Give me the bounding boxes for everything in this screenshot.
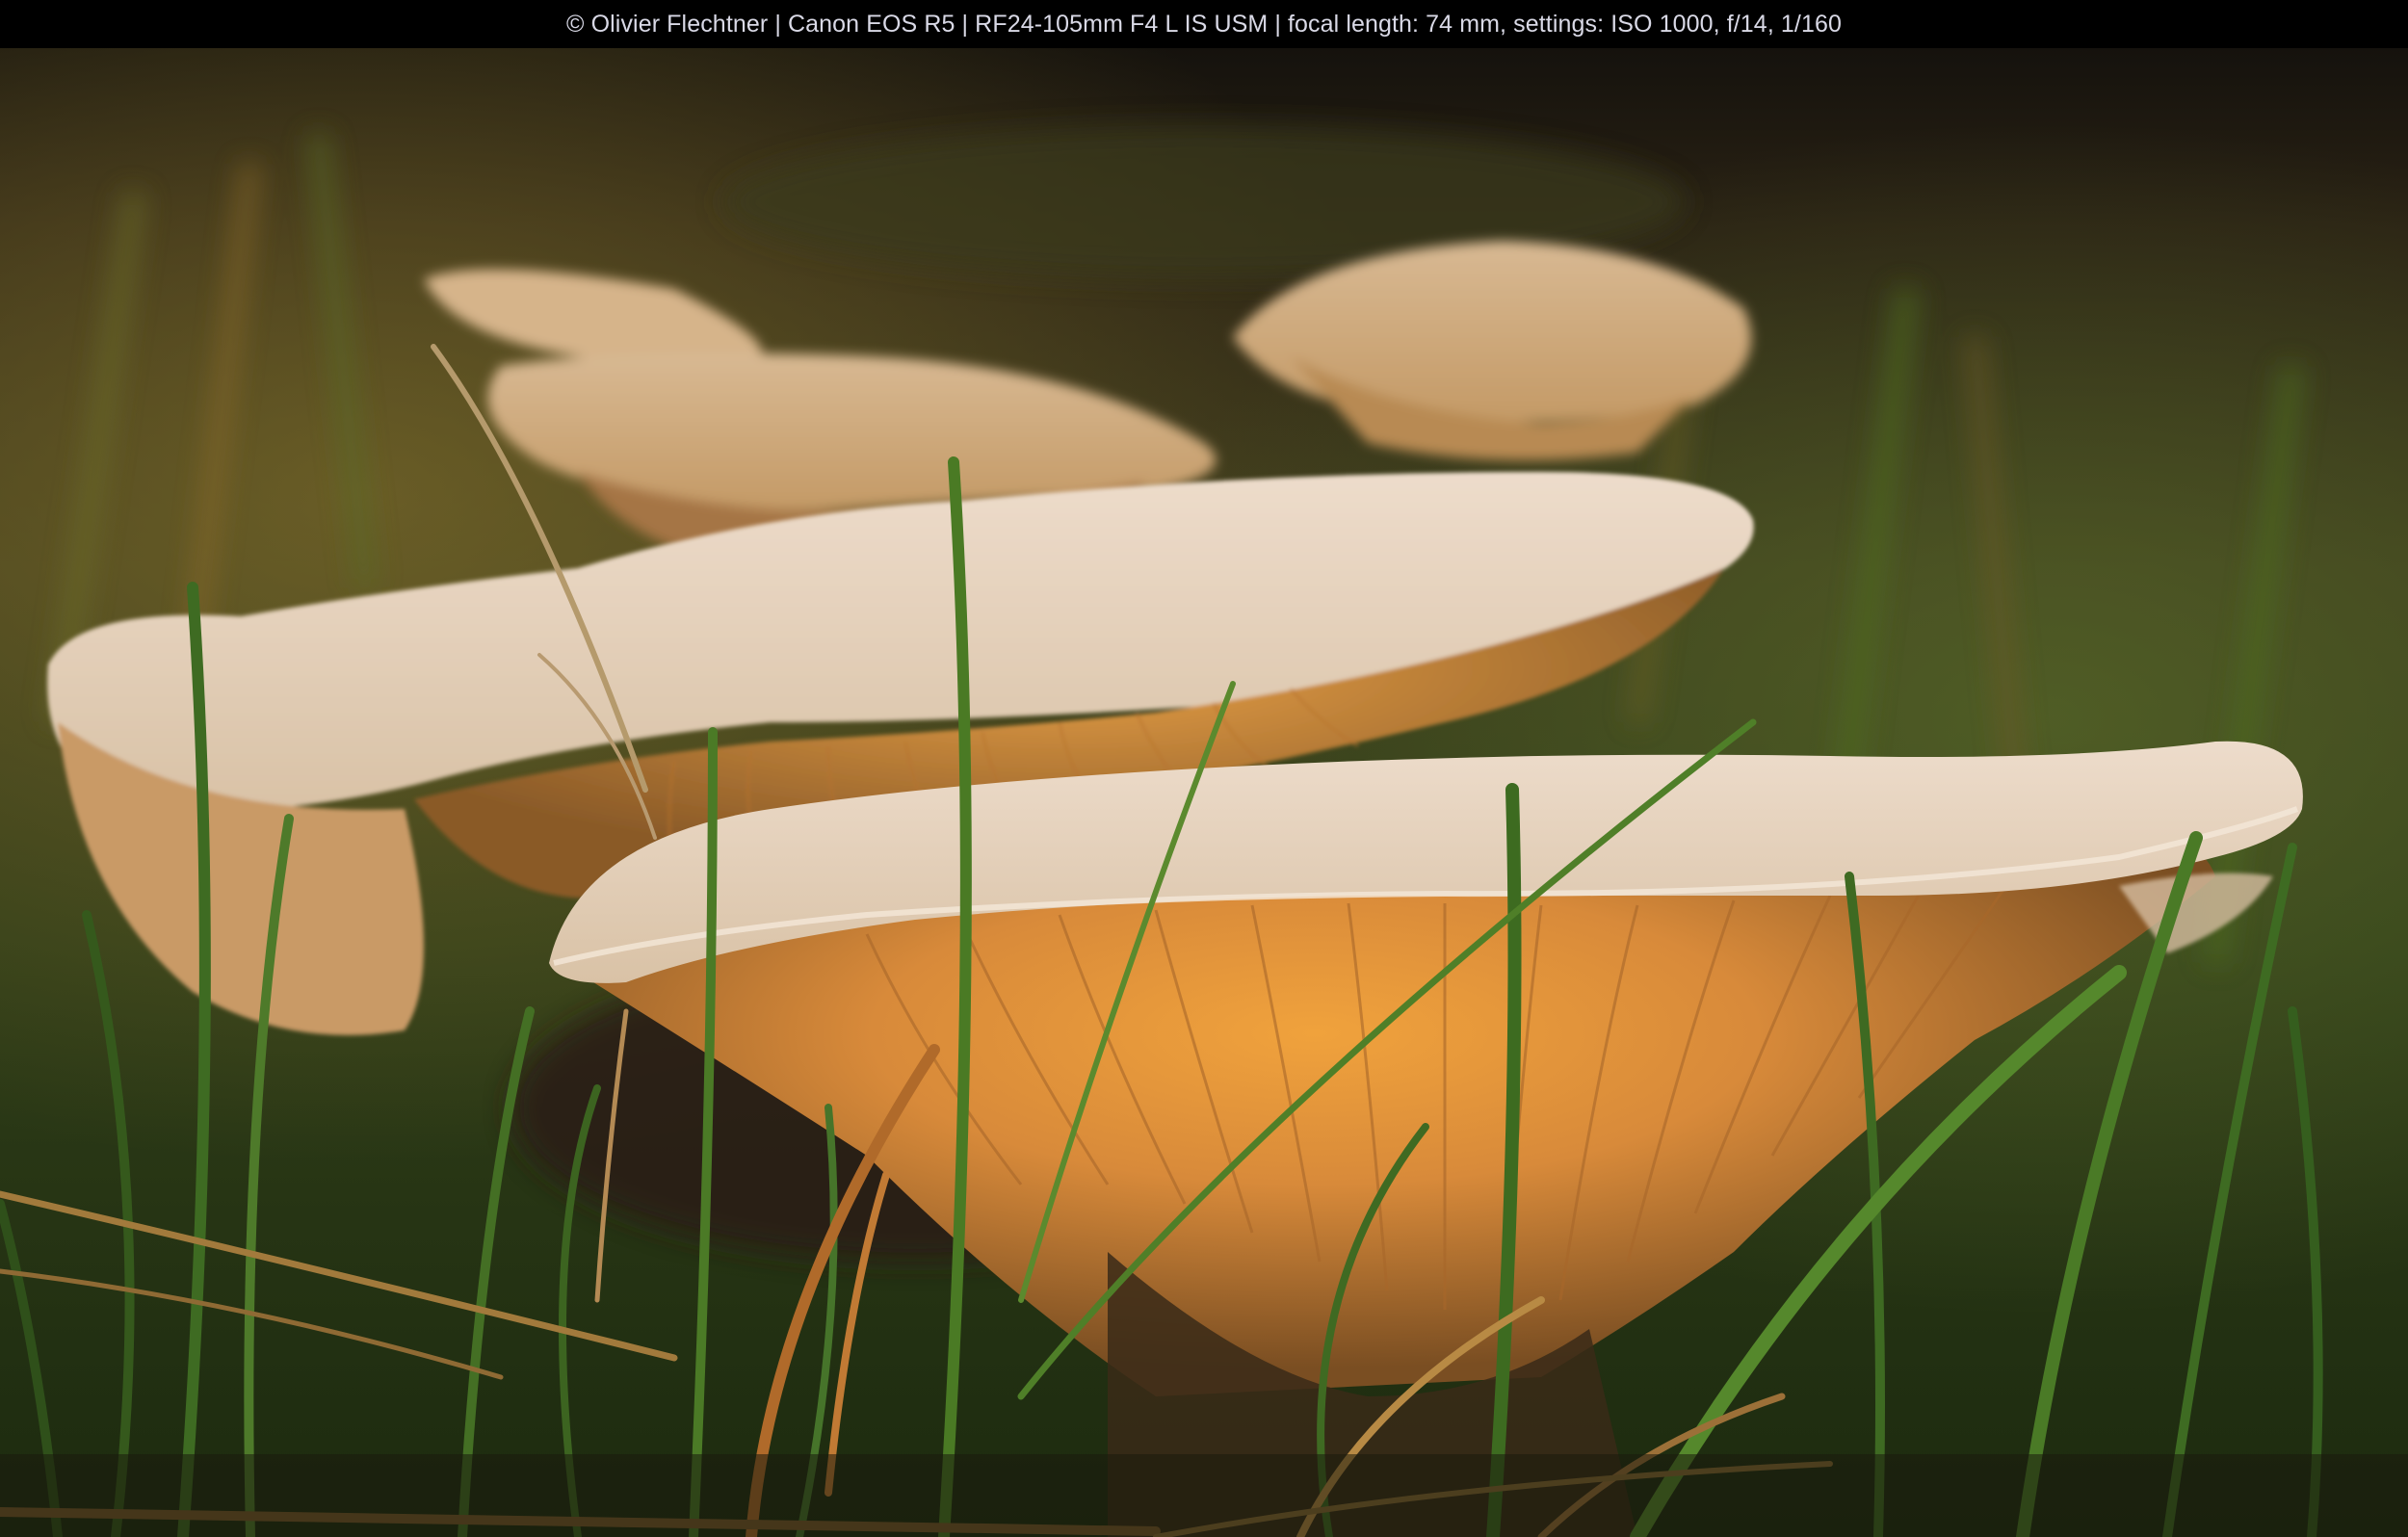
photo-viewer: © Olivier Flechtner | Canon EOS R5 | RF2… [0, 0, 2408, 1537]
mushroom-photo [0, 48, 2408, 1537]
photo-caption: © Olivier Flechtner | Canon EOS R5 | RF2… [566, 10, 1842, 38]
caption-bar: © Olivier Flechtner | Canon EOS R5 | RF2… [0, 0, 2408, 48]
